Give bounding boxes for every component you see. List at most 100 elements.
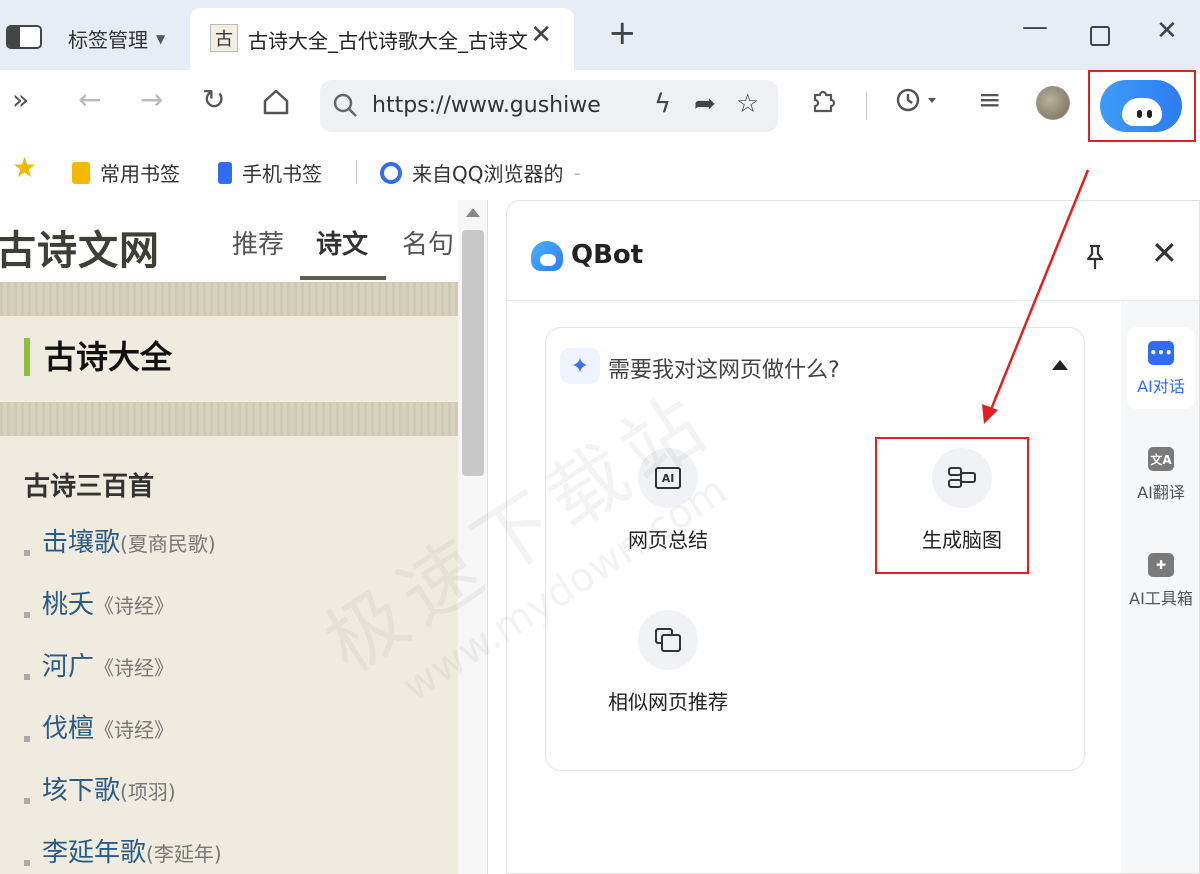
- lightning-icon[interactable]: ϟ: [654, 91, 671, 117]
- rail-ai-toolbox[interactable]: ✚ AI工具箱: [1127, 539, 1195, 621]
- tab-strip: 标签管理 ▼ 古 古诗大全_古代诗歌大全_古诗文 ✕ + — ✕: [0, 0, 1200, 70]
- bullet: [24, 550, 30, 556]
- tab-title: 古诗大全_古代诗歌大全_古诗文: [248, 29, 528, 53]
- poem-link[interactable]: 桃夭: [42, 584, 94, 621]
- list-item[interactable]: 河广 《诗经》: [24, 646, 222, 708]
- translate-icon: 文A: [1148, 447, 1174, 471]
- nav-active-indicator: [300, 276, 386, 280]
- site-header: 古诗文网 推荐 诗文 名句: [0, 200, 458, 282]
- bookmark-overflow-mark: -: [573, 160, 581, 185]
- browser-toolbar: » ← → ↻ https://www.gushiwe ϟ ➦ ☆ ≡: [0, 70, 1200, 142]
- nav-recommend[interactable]: 推荐: [232, 224, 284, 261]
- poem-list: 击壤歌 (夏商民歌) 桃夭 《诗经》 河广 《诗经》 伐檀 《诗经》 垓下歌 (项羽) 李…: [24, 522, 222, 874]
- poem-link[interactable]: 击壤歌: [42, 522, 120, 559]
- minimize-button[interactable]: —: [1022, 14, 1048, 40]
- pin-icon[interactable]: [1083, 243, 1107, 277]
- maximize-button[interactable]: [1090, 26, 1110, 46]
- poem-link[interactable]: 河广: [42, 646, 94, 683]
- decorative-band: [0, 402, 458, 436]
- sidebar-toggle-icon[interactable]: [6, 25, 42, 49]
- bookmark-mobile[interactable]: 手机书签: [218, 158, 322, 187]
- list-item[interactable]: 击壤歌 (夏商民歌): [24, 522, 222, 584]
- menu-icon[interactable]: ≡: [978, 86, 1001, 114]
- chat-icon: •••: [1148, 341, 1174, 365]
- forward-icon[interactable]: →: [140, 86, 163, 114]
- bookmark-icon: [72, 161, 90, 184]
- poem-source: 《诗经》: [94, 656, 175, 680]
- address-bar[interactable]: https://www.gushiwe ϟ ➦ ☆: [320, 80, 778, 132]
- search-icon: [333, 93, 357, 117]
- bookmark-label: 来自QQ浏览器的: [412, 162, 564, 186]
- bookmark-common[interactable]: 常用书签: [72, 158, 180, 187]
- qbot-header: QBot ✕: [507, 201, 1199, 301]
- action-label: 网页总结: [628, 528, 708, 552]
- annotation-box-mindmap: [875, 437, 1029, 574]
- page-scrollbar[interactable]: [458, 200, 488, 874]
- nav-poems[interactable]: 诗文: [316, 224, 368, 261]
- active-tab[interactable]: 古 古诗大全_古代诗歌大全_古诗文 ✕: [190, 8, 574, 70]
- url-text[interactable]: https://www.gushiwe: [372, 93, 616, 118]
- annotation-box-qbot: [1088, 70, 1196, 142]
- ai-summary-icon: AI: [655, 467, 681, 489]
- decorative-band: [0, 282, 458, 316]
- bullet: [24, 736, 30, 742]
- toolbox-icon: ✚: [1148, 553, 1174, 577]
- nav-quotes[interactable]: 名句: [402, 224, 454, 261]
- summarize-page-button[interactable]: AI 网页总结: [558, 448, 778, 553]
- qbot-title: QBot: [571, 240, 644, 270]
- extension-icon[interactable]: [810, 86, 838, 119]
- bookmark-label: 手机书签: [242, 162, 322, 186]
- star-add-icon[interactable]: ☆: [736, 91, 759, 117]
- rail-ai-chat[interactable]: ••• AI对话: [1127, 327, 1195, 409]
- star-icon[interactable]: ★: [12, 154, 37, 182]
- list-item[interactable]: 李延年歌 (李延年): [24, 832, 222, 874]
- back-icon[interactable]: ←: [78, 86, 101, 114]
- poem-link[interactable]: 李延年歌: [42, 832, 146, 869]
- subsection-title[interactable]: 古诗三百首: [24, 466, 154, 503]
- action-label: 相似网页推荐: [608, 690, 728, 714]
- scroll-up-icon[interactable]: [466, 208, 480, 217]
- section-title: 古诗大全: [24, 338, 172, 376]
- poem-source: (李延年): [146, 842, 222, 866]
- avatar[interactable]: [1036, 86, 1070, 120]
- qq-browser-icon: [380, 161, 402, 184]
- bullet: [24, 860, 30, 866]
- scrollbar-thumb[interactable]: [462, 230, 484, 476]
- tab-group-label: 标签管理: [68, 28, 148, 52]
- phone-icon: [218, 161, 232, 184]
- qbot-panel: QBot ✕ ✦ 需要我对这网页做什么? AI 网页总结 生成脑图 相似网页推荐…: [506, 200, 1200, 874]
- poem-source: (夏商民歌): [120, 532, 216, 556]
- qbot-logo-icon: [531, 241, 563, 271]
- rail-label: AI工具箱: [1129, 589, 1193, 608]
- close-icon[interactable]: ✕: [1151, 237, 1178, 269]
- poem-source: 《诗经》: [94, 594, 175, 618]
- collapse-caret-icon[interactable]: [1052, 360, 1068, 370]
- tab-close-icon[interactable]: ✕: [530, 22, 552, 48]
- new-tab-button[interactable]: +: [608, 16, 637, 50]
- poem-link[interactable]: 垓下歌: [42, 770, 120, 807]
- list-item[interactable]: 垓下歌 (项羽): [24, 770, 222, 832]
- similar-pages-icon: [655, 628, 681, 652]
- poem-link[interactable]: 伐檀: [42, 708, 94, 745]
- list-item[interactable]: 伐檀 《诗经》: [24, 708, 222, 770]
- list-item[interactable]: 桃夭 《诗经》: [24, 584, 222, 646]
- bookmark-qq-import[interactable]: 来自QQ浏览器的 -: [380, 158, 581, 187]
- bookmarks-bar: ★ 常用书签 手机书签 来自QQ浏览器的 -: [0, 142, 1200, 200]
- reload-icon[interactable]: ↻: [202, 86, 225, 114]
- chevron-double-right-icon[interactable]: »: [12, 86, 29, 114]
- site-favicon-icon: 古: [210, 24, 238, 52]
- share-icon[interactable]: ➦: [694, 91, 716, 117]
- action-icon-bg: [638, 610, 698, 670]
- bullet: [24, 798, 30, 804]
- tab-group-button[interactable]: 标签管理 ▼: [68, 24, 165, 53]
- toolbar-divider: [866, 92, 867, 120]
- site-logo[interactable]: 古诗文网: [0, 218, 160, 276]
- home-icon[interactable]: [262, 88, 290, 121]
- bullet: [24, 612, 30, 618]
- rail-ai-translate[interactable]: 文A AI翻译: [1127, 433, 1195, 515]
- rail-label: AI对话: [1137, 377, 1185, 396]
- history-icon[interactable]: [894, 86, 940, 119]
- similar-pages-button[interactable]: 相似网页推荐: [558, 610, 778, 715]
- qbot-side-rail: ••• AI对话 文A AI翻译 ✚ AI工具箱: [1121, 301, 1199, 873]
- window-close-button[interactable]: ✕: [1156, 18, 1178, 44]
